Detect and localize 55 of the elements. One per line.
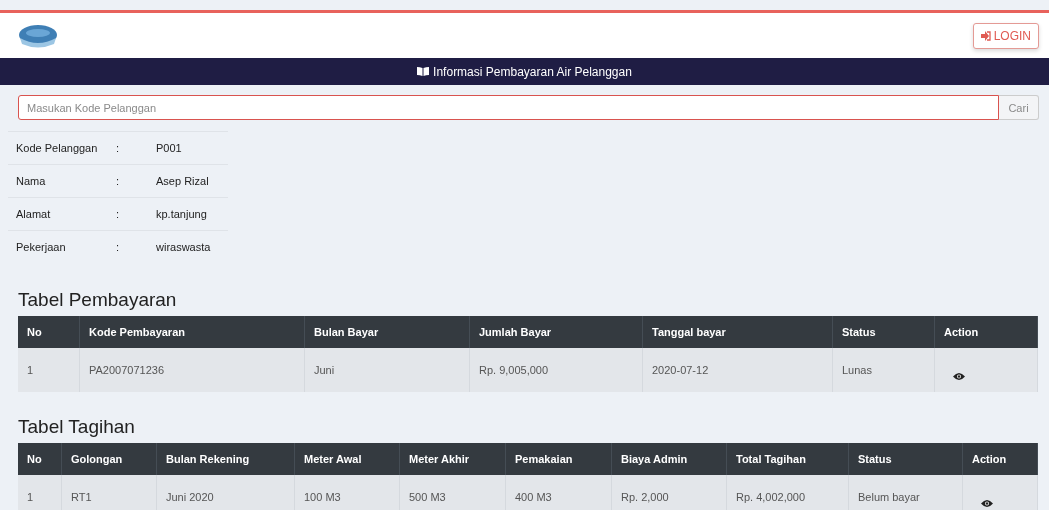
column-header: Pemakaian <box>506 443 612 475</box>
separator-text: : <box>116 208 121 220</box>
table-cell: Rp. 4,002,000 <box>727 475 849 510</box>
table-cell: 100 M3 <box>295 475 400 510</box>
book-icon <box>417 67 430 76</box>
column-header: Tanggal bayar <box>643 316 833 348</box>
table-cell: 1 <box>18 348 80 392</box>
table-cell: RT1 <box>62 475 157 510</box>
table-cell: 400 M3 <box>506 475 612 510</box>
column-header: Status <box>849 443 963 475</box>
field-value: Asep Rizal <box>156 175 210 187</box>
column-header: No <box>18 316 80 348</box>
column-header: Kode Pembayaran <box>80 316 305 348</box>
field-label: Nama <box>16 175 47 187</box>
table-cell: 2020-07-12 <box>643 348 833 392</box>
field-value: kp.tanjung <box>156 208 208 220</box>
column-header: Meter Akhir <box>400 443 506 475</box>
column-header: Jumlah Bayar <box>470 316 643 348</box>
field-label: Pekerjaan <box>16 241 67 253</box>
banner-title: Informasi Pembayaran Air Pelanggan <box>433 64 632 79</box>
field-value: wiraswasta <box>156 241 212 253</box>
search-button[interactable]: Cari <box>999 95 1039 120</box>
column-header: Status <box>833 316 935 348</box>
field-label: Alamat <box>16 208 52 220</box>
column-header: Biaya Admin <box>612 443 727 475</box>
table-cell: 1 <box>18 475 62 510</box>
table-cell: Juni <box>305 348 470 392</box>
table-cell: PA2007071236 <box>80 348 305 392</box>
table-cell: Rp. 2,000 <box>612 475 727 510</box>
table-title: Tabel Pembayaran <box>18 289 178 312</box>
column-header: Golongan <box>62 443 157 475</box>
column-header: Meter Awal <box>295 443 400 475</box>
field-value: P001 <box>156 142 183 154</box>
separator-text: : <box>116 175 121 187</box>
column-header: Total Tagihan <box>727 443 849 475</box>
column-header: Bulan Bayar <box>305 316 470 348</box>
sign-in-icon <box>980 30 991 41</box>
column-header: Action <box>935 316 1038 348</box>
eye-icon[interactable] <box>953 371 965 381</box>
separator-text: : <box>116 241 121 253</box>
login-button[interactable]: LOGIN <box>972 22 1039 49</box>
field-label: Kode Pelanggan <box>16 142 99 154</box>
table-title: Tabel Tagihan <box>18 416 136 439</box>
separator-text: : <box>116 142 121 154</box>
column-header: Bulan Rekening <box>157 443 295 475</box>
search-field[interactable]: Masukan Kode Pelanggan <box>18 95 999 120</box>
table-cell: Belum bayar <box>849 475 963 510</box>
column-header: Action <box>963 443 1038 475</box>
table-cell: 500 M3 <box>400 475 506 510</box>
column-header: No <box>18 443 62 475</box>
logo-icon <box>18 23 58 48</box>
table-cell: Lunas <box>833 348 935 392</box>
eye-icon[interactable] <box>981 498 993 508</box>
table-cell: Rp. 9,005,000 <box>470 348 643 392</box>
table-cell: Juni 2020 <box>157 475 295 510</box>
